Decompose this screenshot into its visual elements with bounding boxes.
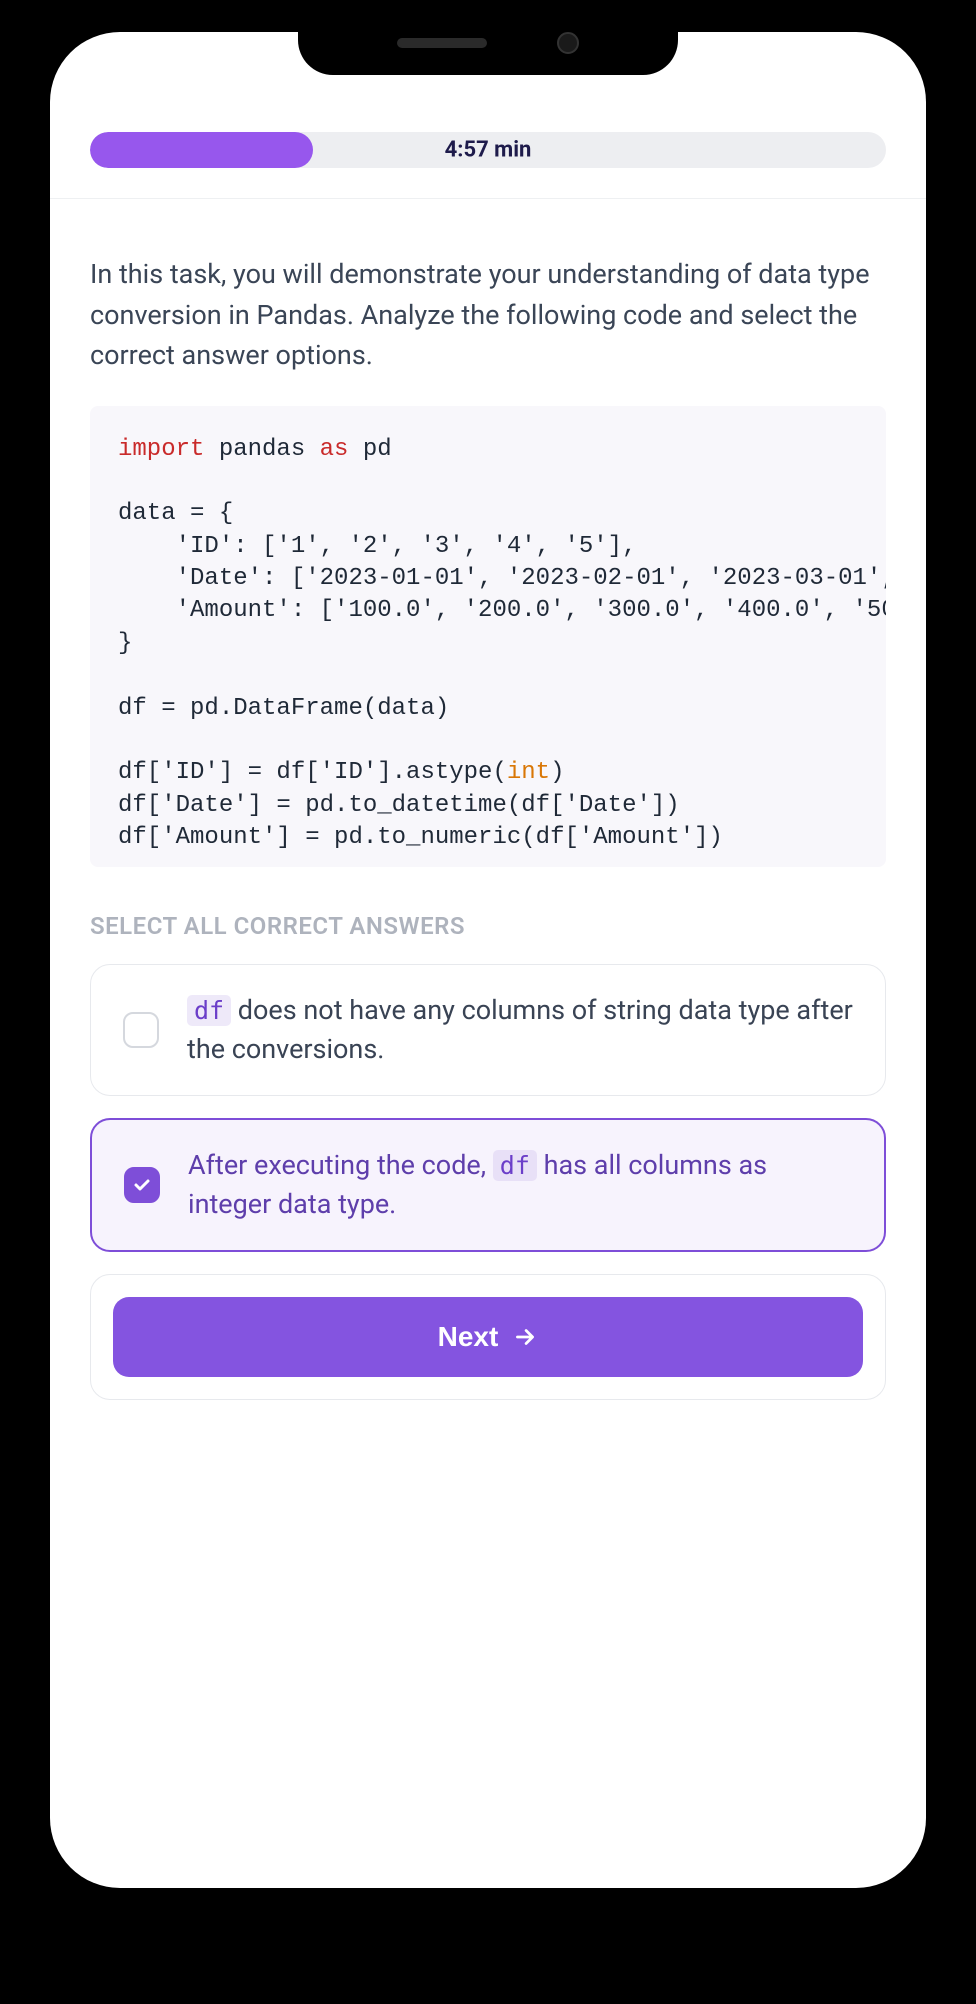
option-text: df does not have any columns of string d… [187,991,853,1069]
option-before: After executing the code, [188,1149,493,1181]
code-line: 'Amount': ['100.0', '200.0', '300.0', '4… [118,597,886,624]
main-area: In this task, you will demonstrate your … [50,199,926,1440]
section-label: SELECT ALL CORRECT ANSWERS [90,912,886,940]
next-button[interactable]: Next [113,1297,863,1377]
front-camera [557,32,579,54]
checkbox-icon[interactable] [123,1012,159,1048]
arrow-right-icon [512,1324,538,1350]
next-button-container: Next [90,1274,886,1400]
code-line: df['Amount'] = pd.to_numeric(df['Amount'… [118,824,723,851]
code-text: pandas [204,436,319,463]
code-block[interactable]: import pandas as pd data = { 'ID': ['1',… [90,406,886,867]
inline-code: df [187,995,231,1026]
option-text: After executing the code, df has all col… [188,1146,852,1224]
answer-option-2[interactable]: After executing the code, df has all col… [90,1118,886,1252]
speaker-slot [397,38,487,48]
code-text: df['ID'] = df['ID'].astype( [118,759,507,786]
code-keyword: import [118,436,204,463]
code-line: df['Date'] = pd.to_datetime(df['Date']) [118,792,680,819]
next-button-label: Next [438,1321,499,1353]
progress-fill [90,132,313,168]
code-line: 'Date': ['2023-01-01', '2023-02-01', '20… [118,565,886,592]
code-text: ) [550,759,564,786]
answer-option-1[interactable]: df does not have any columns of string d… [90,964,886,1096]
progress-timer: 4:57 min [445,138,532,163]
page-content: 4:57 min In this task, you will demonstr… [50,32,926,1440]
phone-frame: 4:57 min In this task, you will demonstr… [28,10,948,1910]
screen: 4:57 min In this task, you will demonstr… [50,32,926,1888]
option-after: does not have any columns of string data… [187,994,853,1065]
code-type: int [507,759,550,786]
checkbox-icon[interactable] [124,1167,160,1203]
inline-code: df [493,1150,537,1181]
progress-section: 4:57 min [50,132,926,199]
code-keyword: as [320,436,349,463]
code-line: data = { [118,500,233,527]
code-line: } [118,630,132,657]
code-line: 'ID': ['1', '2', '3', '4', '5'], [118,533,636,560]
phone-notch [298,10,678,75]
progress-bar: 4:57 min [90,132,886,168]
code-text: pd [348,436,391,463]
code-line: df = pd.DataFrame(data) [118,695,449,722]
question-text: In this task, you will demonstrate your … [90,254,886,376]
